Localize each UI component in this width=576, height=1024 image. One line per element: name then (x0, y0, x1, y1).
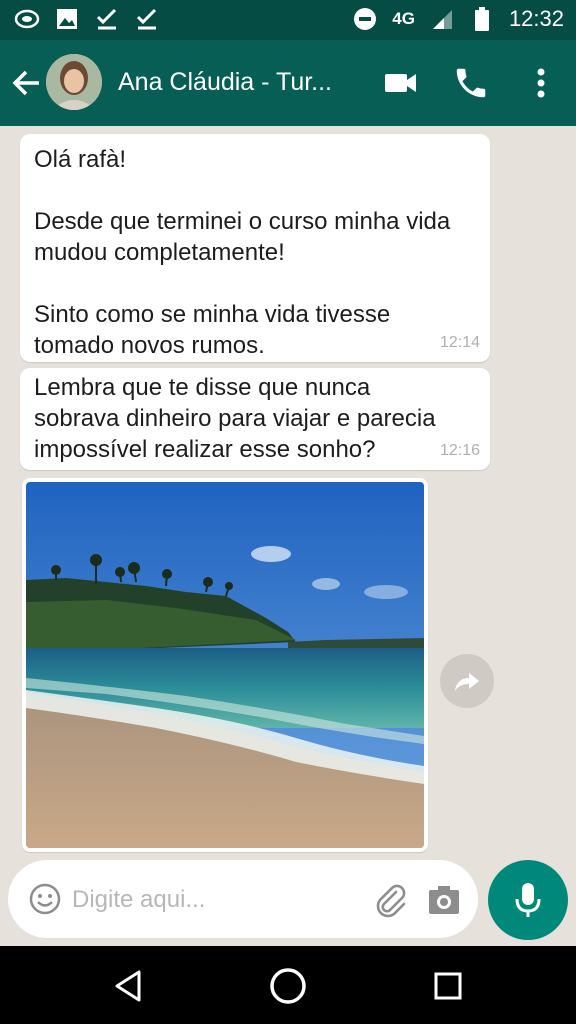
whatsapp-icon (14, 6, 40, 32)
status-bar: 4G 12:32 (0, 0, 576, 40)
back-arrow-icon (12, 70, 39, 96)
contact-avatar[interactable] (46, 54, 102, 110)
signal-icon (429, 6, 455, 32)
message-text: Lembra que te disse que nunca sobrava di… (34, 374, 436, 463)
network-label: 4G (392, 9, 415, 28)
forward-button[interactable] (440, 654, 494, 708)
nav-recents-button[interactable] (426, 964, 470, 1008)
chat-area[interactable]: Olá rafà! Desde que terminei o curso min… (0, 126, 576, 946)
image-icon (54, 6, 80, 32)
voice-message-button[interactable] (488, 860, 568, 940)
message-input[interactable] (70, 882, 314, 918)
message-text: Olá rafà! Desde que terminei o curso min… (34, 146, 451, 359)
check-icon (94, 6, 120, 32)
message-bubble[interactable]: Olá rafà! Desde que terminei o curso min… (20, 134, 490, 362)
check-icon (134, 6, 160, 32)
emoji-icon[interactable] (28, 882, 62, 916)
more-options-button[interactable] (522, 64, 560, 102)
nav-home-icon (270, 968, 306, 1004)
nav-back-icon (115, 970, 141, 1002)
system-nav-bar (0, 946, 576, 1024)
attach-icon[interactable] (372, 882, 408, 918)
camera-icon[interactable] (426, 882, 462, 918)
back-button[interactable] (10, 66, 44, 100)
forward-icon (455, 673, 479, 691)
chat-header: Ana Cláudia - Tur... (0, 40, 576, 126)
more-vert-icon (537, 68, 545, 98)
message-bubble[interactable]: Lembra que te disse que nunca sobrava di… (20, 368, 490, 470)
battery-icon (469, 6, 495, 32)
phone-icon (456, 68, 486, 98)
do-not-disturb-icon (352, 6, 378, 32)
contact-name[interactable]: Ana Cláudia - Tur... (118, 68, 332, 97)
nav-back-button[interactable] (106, 964, 150, 1008)
voice-call-button[interactable] (452, 64, 490, 102)
clock: 12:32 (508, 6, 564, 31)
message-time: 12:16 (439, 442, 480, 459)
video-call-button[interactable] (382, 64, 420, 102)
beach-photo[interactable] (26, 482, 424, 848)
message-composer (8, 860, 478, 938)
video-call-icon (385, 74, 416, 92)
message-time: 12:14 (439, 334, 480, 351)
image-message[interactable] (22, 478, 428, 852)
nav-home-button[interactable] (266, 964, 310, 1008)
nav-recents-icon (434, 972, 462, 1000)
mic-icon (515, 883, 541, 917)
